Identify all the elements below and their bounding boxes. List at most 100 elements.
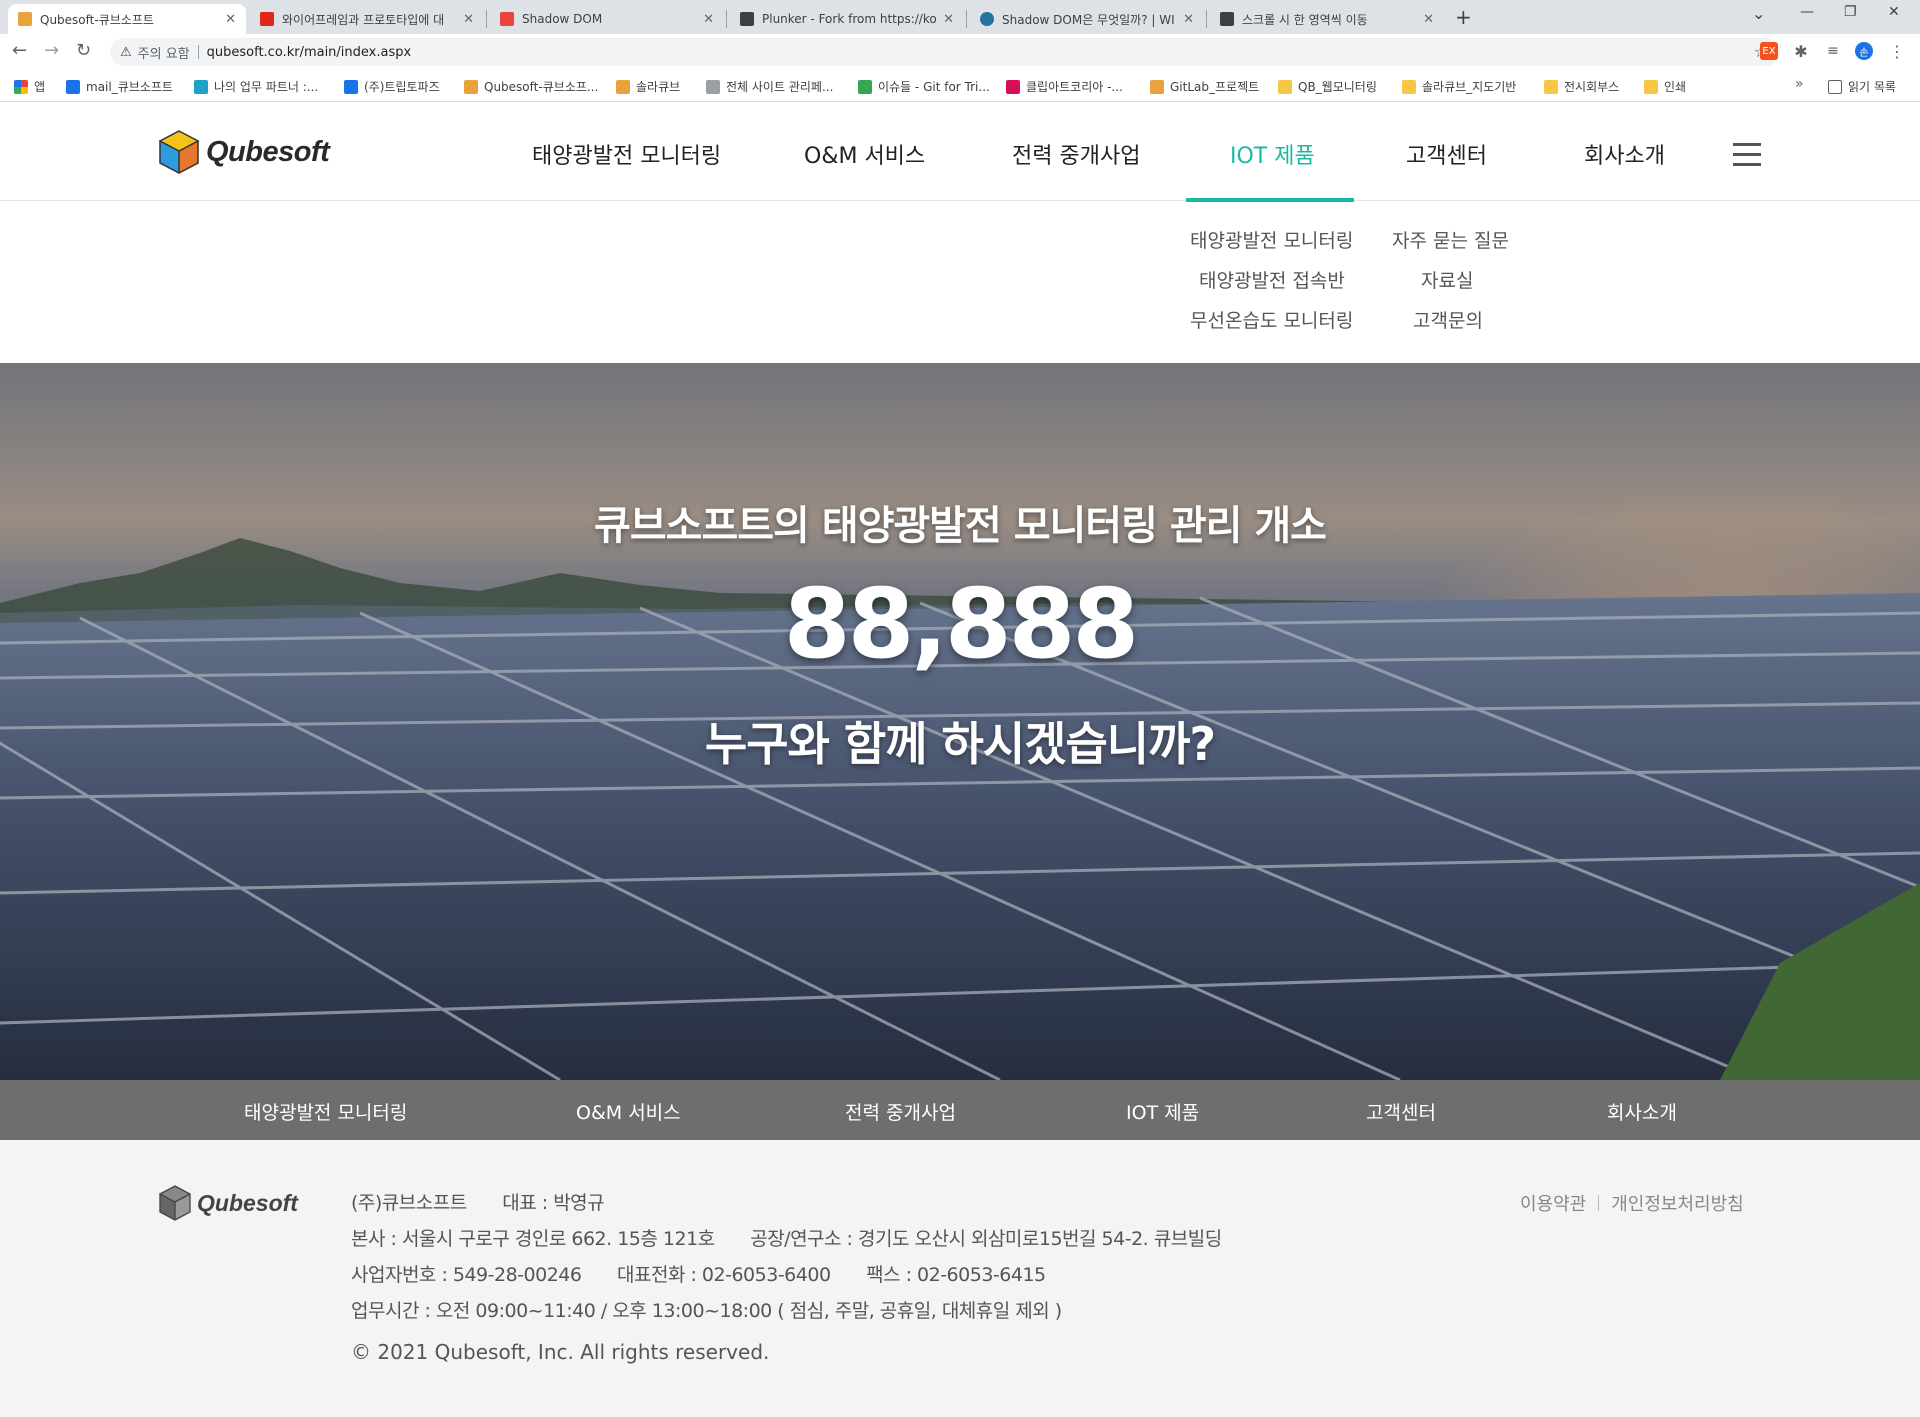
qubesoft-favicon-icon <box>18 12 32 26</box>
footer-contact-line: 사업자번호 : 549-28-00246 대표전화 : 02-6053-6400… <box>351 1260 1076 1287</box>
minimize-icon[interactable]: — <box>1800 4 1814 20</box>
bookmark-partner[interactable]: 나의 업무 파트너 :... <box>194 78 318 95</box>
submenu-wireless-monitoring[interactable]: 무선온습도 모니터링 <box>1190 306 1353 333</box>
footer-lab: 공장/연구소 : 경기도 오산시 외삼미로15번길 54-2. 큐브빌딩 <box>750 1228 1222 1250</box>
mail-icon <box>66 79 80 94</box>
nav-customer-center[interactable]: 고객센터 <box>1406 138 1487 170</box>
tab-title: Plunker - Fork from https://ko.ja <box>762 12 938 26</box>
menu-icon[interactable]: ⋮ <box>1888 42 1906 61</box>
folder-icon <box>1644 79 1658 94</box>
nav-power-brokerage[interactable]: 전력 중개사업 <box>1012 138 1140 170</box>
bookmark-label: GitLab_프로젝트 <box>1170 80 1260 94</box>
bookmark-solarcube-map[interactable]: 솔라큐브_지도기반 <box>1402 78 1516 95</box>
warning-icon[interactable]: ⚠ <box>120 45 132 60</box>
close-tab-icon[interactable]: ✕ <box>943 12 954 27</box>
puzzle-icon[interactable]: ✱ <box>1792 42 1810 61</box>
close-tab-icon[interactable]: ✕ <box>703 12 714 27</box>
close-tab-icon[interactable]: ✕ <box>225 12 236 27</box>
bottom-nav-company-intro[interactable]: 회사소개 <box>1607 1098 1677 1125</box>
folder-icon <box>1278 79 1292 94</box>
nav-company-intro[interactable]: 회사소개 <box>1584 138 1665 170</box>
tab-title: 스크롤 시 한 영역씩 이동 <box>1242 12 1368 27</box>
close-tab-icon[interactable]: ✕ <box>1423 12 1434 27</box>
footer-fax: 팩스 : 02-6053-6415 <box>866 1264 1046 1286</box>
bookmark-site-admin[interactable]: 전체 사이트 관리페... <box>706 78 833 95</box>
submenu-faq[interactable]: 자주 묻는 질문 <box>1392 226 1509 253</box>
url-text[interactable]: qubesoft.co.kr/main/index.aspx <box>207 45 412 60</box>
bookmark-mail[interactable]: mail_큐브소프트 <box>66 78 173 95</box>
bookmark-label: 솔라큐브_지도기반 <box>1422 80 1517 94</box>
bookmark-solarcube[interactable]: 솔라큐브 <box>616 78 680 95</box>
footer-copyright: © 2021 Qubesoft, Inc. All rights reserve… <box>351 1340 770 1364</box>
bookmark-print[interactable]: 인쇄 <box>1644 78 1686 95</box>
bookmarks-bar: 앱 mail_큐브소프트 나의 업무 파트너 :... (주)트립토파즈 Qub… <box>0 70 1920 102</box>
tab-separator <box>1206 10 1207 28</box>
submenu-inquiry[interactable]: 고객문의 <box>1413 306 1483 333</box>
bottom-nav-customer-center[interactable]: 고객센터 <box>1366 1098 1436 1125</box>
bottom-nav-bar: 태양광발전 모니터링 O&M 서비스 전력 중개사업 IOT 제품 고객센터 회… <box>0 1080 1920 1140</box>
tab-plunker[interactable]: Plunker - Fork from https://ko.ja ✕ <box>730 4 964 34</box>
bottom-nav-om-service[interactable]: O&M 서비스 <box>576 1098 681 1125</box>
close-window-icon[interactable]: ✕ <box>1888 4 1900 20</box>
footer-company-line: (주)큐브소프트 대표 : 박영규 <box>351 1188 634 1215</box>
bookmarks-more-icon[interactable]: » <box>1795 76 1804 92</box>
tab-wordpress[interactable]: Shadow DOM은 무엇일까? | WI ✕ <box>970 4 1204 34</box>
bookmark-qb-web[interactable]: QB_웹모니터링 <box>1278 78 1377 95</box>
bookmark-label: (주)트립토파즈 <box>364 80 440 94</box>
tab-separator <box>486 10 487 28</box>
submenu-library[interactable]: 자료실 <box>1421 266 1473 293</box>
bookmark-label: 인쇄 <box>1664 80 1687 94</box>
nav-om-service[interactable]: O&M 서비스 <box>804 138 925 170</box>
terms-link[interactable]: 이용약관 <box>1520 1190 1586 1216</box>
bookmark-label: 나의 업무 파트너 :... <box>214 80 319 94</box>
bookmark-qubesoft[interactable]: Qubesoft-큐브소프... <box>464 78 598 95</box>
nav-solar-monitoring[interactable]: 태양광발전 모니터링 <box>532 138 721 170</box>
cube-icon <box>616 79 630 94</box>
bookmark-triptopaz[interactable]: (주)트립토파즈 <box>344 78 440 95</box>
hamburger-menu-icon[interactable] <box>1733 143 1761 173</box>
tab-scroll[interactable]: 스크롤 시 한 영역씩 이동 ✕ <box>1210 4 1444 34</box>
privacy-link[interactable]: 개인정보처리방침 <box>1611 1190 1743 1216</box>
back-icon[interactable]: ← <box>12 40 27 61</box>
bookmark-clipart[interactable]: 클립아트코리아 -... <box>1006 78 1123 95</box>
apps-grid-icon <box>14 79 28 94</box>
bookmark-git-issues[interactable]: 이슈들 - Git for Tri... <box>858 78 990 95</box>
bottom-nav-power-brokerage[interactable]: 전력 중개사업 <box>845 1098 956 1125</box>
bottom-nav-iot-products[interactable]: IOT 제품 <box>1126 1098 1199 1125</box>
restore-icon[interactable]: ❐ <box>1844 4 1857 20</box>
forward-icon[interactable]: → <box>44 40 59 61</box>
cube-icon <box>1150 79 1164 94</box>
address-bar[interactable]: ⚠ 주의 요함 qubesoft.co.kr/main/index.aspx ☆ <box>110 38 1780 66</box>
submenu-junction-box[interactable]: 태양광발전 접속반 <box>1199 266 1345 293</box>
media-icon[interactable]: ≡ <box>1824 42 1842 60</box>
profile-avatar-icon[interactable]: 손 <box>1855 42 1873 60</box>
security-label[interactable]: 주의 요함 <box>138 43 190 62</box>
reading-list-button[interactable]: 읽기 목록 <box>1828 78 1896 95</box>
bookmark-gitlab[interactable]: GitLab_프로젝트 <box>1150 78 1259 95</box>
site-logo[interactable]: Qubesoft <box>158 129 330 175</box>
dots-favicon-icon <box>1220 12 1234 26</box>
tab-title: 와이어프레임과 프로토타입에 대 <box>282 12 445 27</box>
bookmark-exhibition[interactable]: 전시회부스 <box>1544 78 1619 95</box>
bottom-nav-solar-monitoring[interactable]: 태양광발전 모니터링 <box>244 1098 407 1125</box>
bookmark-apps[interactable]: 앱 <box>14 78 45 95</box>
extension-icon[interactable]: EX <box>1760 42 1778 60</box>
hero-title: 큐브소프트의 태양광발전 모니터링 관리 개소 <box>594 503 1327 549</box>
folder-icon <box>1544 79 1558 94</box>
tab-wireframe[interactable]: 와이어프레임과 프로토타입에 대 ✕ <box>250 4 484 34</box>
bookmark-label: 솔라큐브 <box>636 80 681 94</box>
bookmark-label: mail_큐브소프트 <box>86 80 173 94</box>
submenu-solar-monitoring[interactable]: 태양광발전 모니터링 <box>1190 226 1353 253</box>
tab-shadow-dom[interactable]: Shadow DOM ✕ <box>490 4 724 34</box>
close-tab-icon[interactable]: ✕ <box>1183 12 1194 27</box>
new-tab-icon[interactable]: + <box>1455 5 1472 29</box>
browser-tab-bar: Qubesoft-큐브소프트 ✕ 와이어프레임과 프로토타입에 대 ✕ Shad… <box>0 0 1920 34</box>
tab-search-icon[interactable]: ⌄ <box>1752 4 1765 23</box>
nav-iot-products[interactable]: IOT 제품 <box>1230 138 1315 170</box>
tab-qubesoft[interactable]: Qubesoft-큐브소프트 ✕ <box>8 4 246 34</box>
close-tab-icon[interactable]: ✕ <box>463 12 474 27</box>
folder-icon <box>1402 79 1416 94</box>
reload-icon[interactable]: ↻ <box>76 40 91 61</box>
bookmark-label: 앱 <box>34 80 46 94</box>
hero-question: 누구와 함께 하시겠습니까? <box>704 717 1216 771</box>
